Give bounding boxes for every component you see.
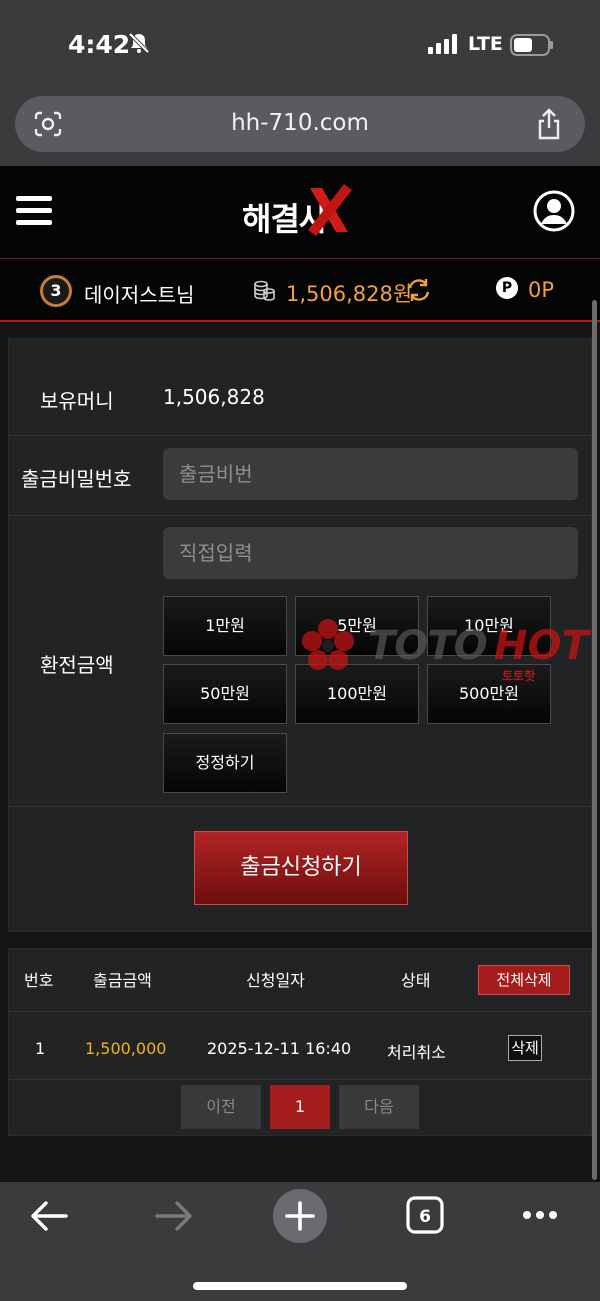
row-amount: 1,500,000 [85, 1039, 167, 1058]
new-tab-plus-icon[interactable] [272, 1188, 328, 1244]
withdrawal-password-input[interactable] [163, 448, 578, 500]
row-date: 2025-12-11 16:40 [207, 1039, 352, 1058]
tabs-count-icon[interactable]: 6 [406, 1196, 444, 1234]
delete-all-button[interactable]: 전체삭제 [478, 965, 570, 995]
balance-value: 1,506,828 [163, 385, 265, 409]
home-indicator[interactable] [193, 1282, 407, 1290]
network-type: LTE [468, 33, 503, 55]
share-icon[interactable] [535, 108, 563, 140]
amount-button-50000[interactable]: 5만원 [295, 596, 419, 656]
site-header: 해결사 [0, 166, 600, 258]
user-info-bar: 3 데이저스트님 1,506,828원 P 0P [0, 258, 600, 322]
bell-off-icon [128, 32, 150, 54]
row-divider [9, 515, 593, 516]
logo-x-mark-icon [308, 184, 352, 236]
hamburger-menu-icon[interactable] [16, 194, 52, 228]
amount-label: 환전금액 [40, 653, 114, 677]
amount-button-500000[interactable]: 50만원 [163, 664, 287, 724]
balance-amount: 1,506,828원 [286, 282, 413, 306]
address-bar[interactable]: hh-710.com [15, 96, 585, 152]
point-icon: P [496, 277, 518, 299]
amount-button-100000[interactable]: 10만원 [427, 596, 551, 656]
row-status: 처리취소 [387, 1043, 446, 1062]
pagination-prev-button[interactable]: 이전 [181, 1085, 261, 1129]
url-text: hh-710.com [231, 110, 369, 136]
delete-row-button[interactable]: 삭제 [508, 1035, 542, 1061]
pagination-next-button[interactable]: 다음 [339, 1085, 419, 1129]
reset-amount-button[interactable]: 정정하기 [163, 733, 287, 793]
column-header-amount: 출금금액 [93, 971, 152, 990]
column-header-status: 상태 [401, 971, 431, 990]
status-time: 4:42 [68, 30, 131, 59]
back-arrow-icon[interactable] [30, 1200, 68, 1232]
tab-count: 6 [419, 1207, 431, 1227]
row-divider [9, 435, 593, 436]
row-divider [9, 1079, 593, 1080]
withdrawal-form: 보유머니 1,506,828 출금비밀번호 환전금액 1만원 5만원 10만원 … [8, 338, 593, 932]
cellular-signal-icon [428, 34, 457, 54]
user-profile-icon[interactable] [533, 190, 575, 232]
amount-button-1000000[interactable]: 100만원 [295, 664, 419, 724]
amount-button-5000000[interactable]: 500만원 [427, 664, 551, 724]
username: 데이저스트님 [84, 283, 195, 307]
column-header-number: 번호 [24, 971, 54, 990]
refresh-icon[interactable] [406, 277, 432, 303]
more-options-icon[interactable] [522, 1210, 558, 1220]
page-scrollbar[interactable] [592, 300, 597, 1180]
submit-withdrawal-button[interactable]: 출금신청하기 [194, 831, 408, 905]
forward-arrow-icon[interactable] [155, 1200, 193, 1232]
browser-address-area: hh-710.com [0, 90, 600, 166]
withdrawal-history: 번호 출금금액 신청일자 상태 전체삭제 1 1,500,000 2025-12… [8, 948, 593, 1136]
coins-icon [254, 280, 275, 301]
row-divider [9, 1011, 593, 1012]
points-amount: 0P [528, 278, 555, 302]
column-header-date: 신청일자 [246, 971, 305, 990]
password-label: 출금비밀번호 [21, 467, 132, 491]
pagination-page-1[interactable]: 1 [270, 1085, 330, 1129]
balance-label: 보유머니 [40, 389, 114, 413]
level-badge: 3 [40, 275, 72, 307]
battery-icon [510, 34, 553, 56]
row-number: 1 [35, 1039, 46, 1058]
amount-button-10000[interactable]: 1만원 [163, 596, 287, 656]
status-bar: 4:42 LTE [0, 0, 600, 90]
browser-toolbar: 6 [0, 1182, 600, 1301]
row-divider [9, 806, 593, 807]
amount-input[interactable] [163, 527, 578, 579]
